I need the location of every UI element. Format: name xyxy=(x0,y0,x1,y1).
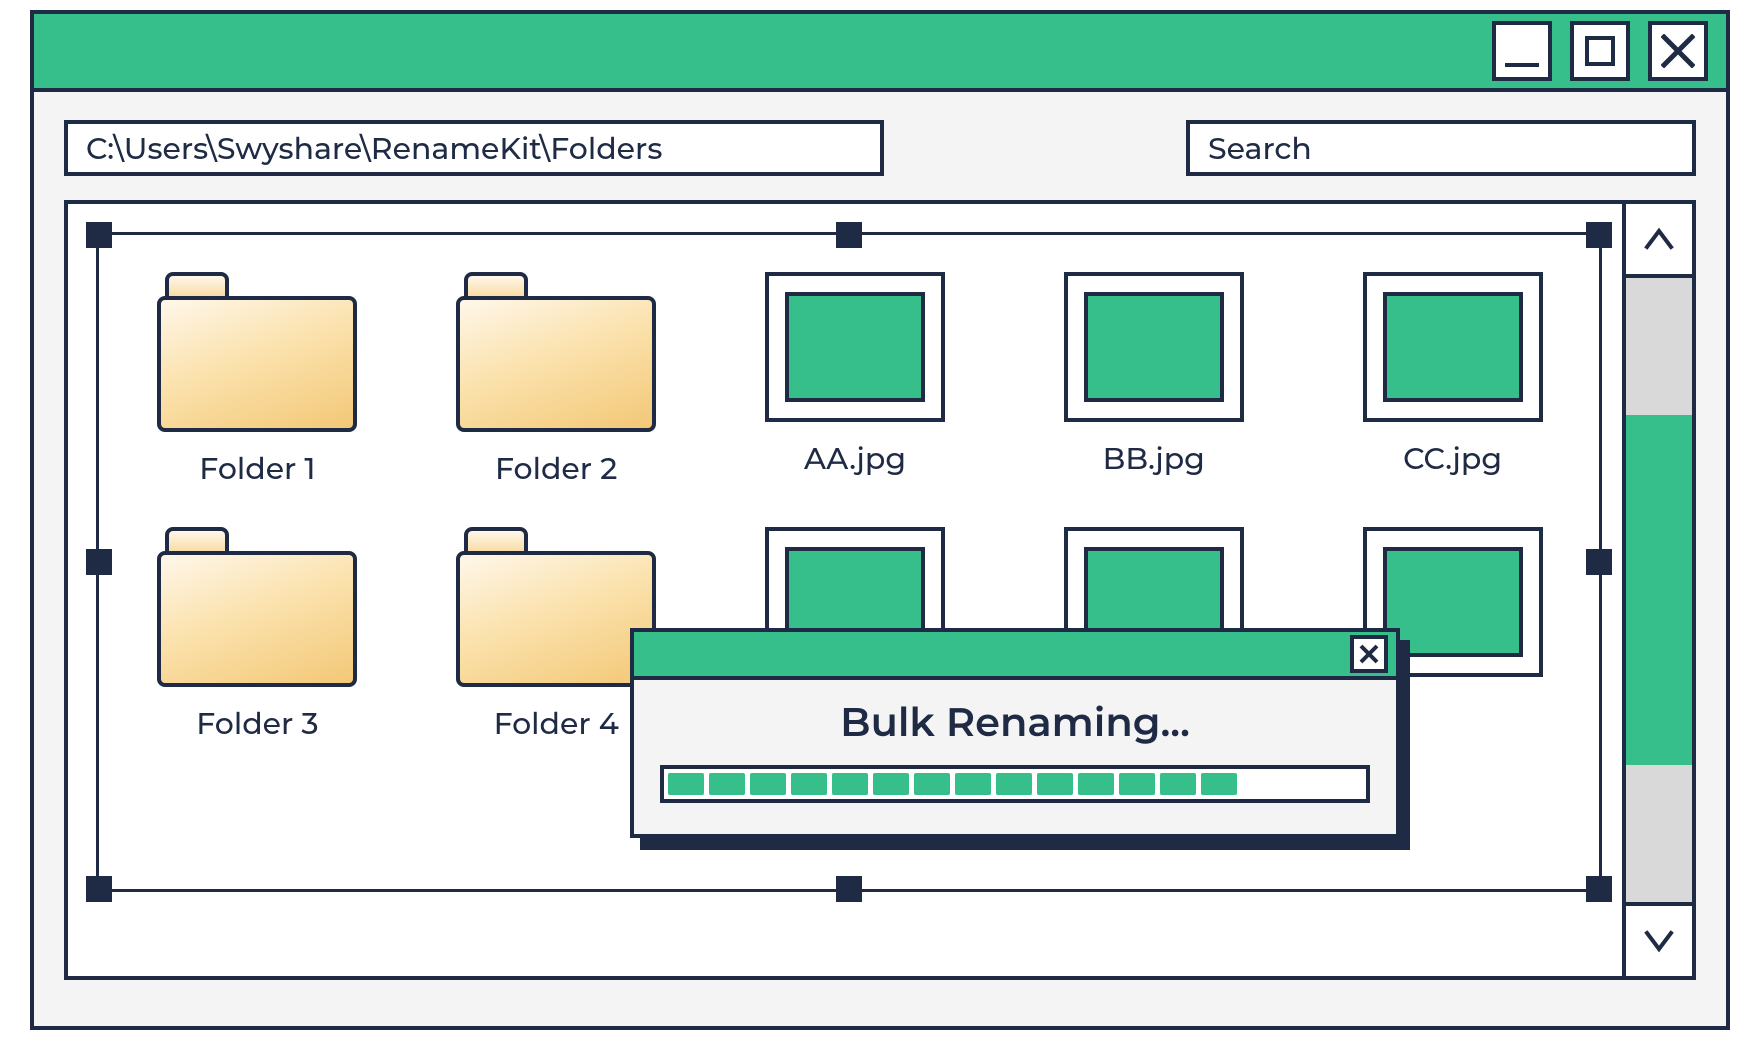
image-file-icon xyxy=(1363,272,1543,422)
search-input[interactable]: Search xyxy=(1186,120,1696,176)
selection-handle[interactable] xyxy=(836,876,862,902)
folder-icon xyxy=(157,527,357,687)
image-file-item[interactable]: BB.jpg xyxy=(1024,272,1283,487)
progress-segment xyxy=(873,773,909,795)
close-button[interactable] xyxy=(1648,21,1708,81)
item-label: Folder 3 xyxy=(196,705,318,742)
selection-handle[interactable] xyxy=(86,876,112,902)
path-input[interactable]: C:\Users\Swyshare\RenameKit\Folders xyxy=(64,120,884,176)
item-label: BB.jpg xyxy=(1103,440,1205,477)
toolbar: C:\Users\Swyshare\RenameKit\Folders Sear… xyxy=(34,92,1726,200)
image-file-item[interactable]: CC.jpg xyxy=(1323,272,1582,487)
item-label: Folder 4 xyxy=(494,705,619,742)
selection-handle[interactable] xyxy=(86,222,112,248)
progress-segment xyxy=(955,773,991,795)
folder-icon xyxy=(456,527,656,687)
chevron-up-icon xyxy=(1644,227,1674,251)
minimize-button[interactable] xyxy=(1492,21,1552,81)
progress-dialog: Bulk Renaming... xyxy=(630,628,1400,838)
chevron-down-icon xyxy=(1644,929,1674,953)
selection-handle[interactable] xyxy=(86,549,112,575)
progress-segment xyxy=(1037,773,1073,795)
selection-handle[interactable] xyxy=(836,222,862,248)
item-label: CC.jpg xyxy=(1403,440,1502,477)
content-area: Folder 1 Folder 2 AA.jpg BB.jpg CC.jpg Folder… xyxy=(64,200,1696,980)
folder-item[interactable]: Folder 3 xyxy=(128,527,387,742)
maximize-icon xyxy=(1585,36,1615,66)
scrollbar-thumb[interactable] xyxy=(1626,415,1692,764)
progress-segment xyxy=(709,773,745,795)
progress-dialog-wrap: Bulk Renaming... xyxy=(630,628,1400,838)
dialog-titlebar xyxy=(634,632,1396,680)
progress-segment xyxy=(996,773,1032,795)
progress-segment xyxy=(791,773,827,795)
dialog-title-text: Bulk Renaming... xyxy=(660,698,1370,747)
item-label: Folder 2 xyxy=(495,450,617,487)
folder-item[interactable]: Folder 2 xyxy=(427,272,686,487)
scrollbar-track[interactable] xyxy=(1626,274,1692,906)
progress-bar xyxy=(660,765,1370,803)
image-file-icon xyxy=(765,272,945,422)
progress-segment xyxy=(750,773,786,795)
scroll-up-button[interactable] xyxy=(1626,204,1692,274)
progress-segment xyxy=(1201,773,1237,795)
folder-icon xyxy=(456,272,656,432)
progress-segment xyxy=(1078,773,1114,795)
folder-item[interactable]: Folder 1 xyxy=(128,272,387,487)
folder-icon xyxy=(157,272,357,432)
image-file-icon xyxy=(1064,272,1244,422)
image-file-item[interactable]: AA.jpg xyxy=(726,272,985,487)
maximize-button[interactable] xyxy=(1570,21,1630,81)
item-label: Folder 1 xyxy=(199,450,315,487)
progress-segment xyxy=(1160,773,1196,795)
explorer-window: C:\Users\Swyshare\RenameKit\Folders Sear… xyxy=(30,10,1730,1030)
item-label: AA.jpg xyxy=(804,440,906,477)
minimize-icon xyxy=(1505,63,1539,67)
progress-segment xyxy=(914,773,950,795)
close-icon xyxy=(1359,644,1379,664)
titlebar xyxy=(34,14,1726,92)
progress-segment xyxy=(668,773,704,795)
selection-handle[interactable] xyxy=(1586,876,1612,902)
progress-segment xyxy=(832,773,868,795)
scroll-down-button[interactable] xyxy=(1626,906,1692,976)
selection-handle[interactable] xyxy=(1586,549,1612,575)
vertical-scrollbar[interactable] xyxy=(1622,204,1692,976)
progress-segment xyxy=(1119,773,1155,795)
dialog-close-button[interactable] xyxy=(1350,635,1388,673)
selection-handle[interactable] xyxy=(1586,222,1612,248)
file-pane[interactable]: Folder 1 Folder 2 AA.jpg BB.jpg CC.jpg Folder… xyxy=(68,204,1622,976)
close-icon xyxy=(1661,34,1695,68)
